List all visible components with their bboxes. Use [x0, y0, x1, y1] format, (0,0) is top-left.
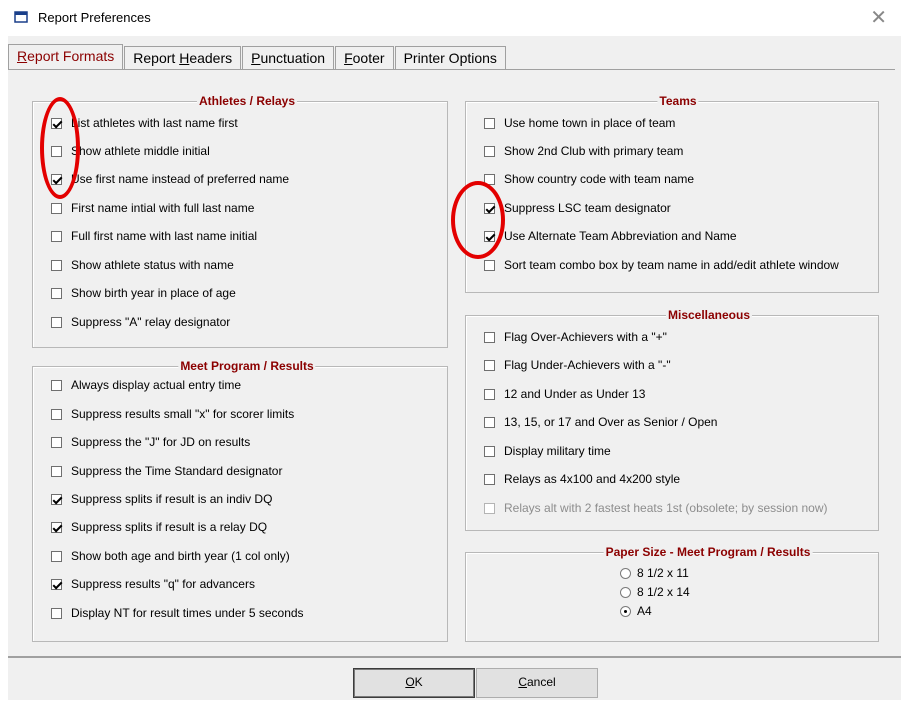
- checkbox: [484, 502, 495, 514]
- checkbox[interactable]: [51, 259, 62, 271]
- teams-group: Teams Use home town in place of team Sho…: [465, 94, 879, 293]
- checkbox[interactable]: [51, 578, 62, 590]
- cancel-button[interactable]: Cancel: [476, 668, 598, 698]
- checkbox[interactable]: [484, 359, 495, 371]
- meet-option[interactable]: Show both age and birth year (1 col only…: [51, 547, 290, 565]
- miscellaneous-legend: Miscellaneous: [665, 308, 753, 322]
- misc-option[interactable]: 12 and Under as Under 13: [484, 385, 645, 403]
- athletes-option[interactable]: First name intial with full last name: [51, 199, 254, 217]
- teams-option[interactable]: Use Alternate Team Abbreviation and Name: [484, 227, 737, 245]
- teams-option[interactable]: Use home town in place of team: [484, 114, 675, 132]
- athletes-relays-group: Athletes / Relays List athletes with las…: [32, 94, 448, 348]
- misc-option[interactable]: Relays as 4x100 and 4x200 style: [484, 470, 680, 488]
- athletes-option[interactable]: Show birth year in place of age: [51, 284, 236, 302]
- meet-option[interactable]: Suppress results small "x" for scorer li…: [51, 405, 294, 423]
- radio-button[interactable]: [620, 605, 631, 617]
- athletes-relays-legend: Athletes / Relays: [196, 94, 298, 108]
- checkbox[interactable]: [484, 416, 495, 428]
- checkbox[interactable]: [51, 316, 62, 328]
- window-title: Report Preferences: [38, 10, 151, 25]
- checkbox[interactable]: [51, 550, 62, 562]
- checkbox[interactable]: [51, 607, 62, 619]
- paper-size-legend: Paper Size - Meet Program / Results: [603, 545, 813, 559]
- checkbox[interactable]: [51, 287, 62, 299]
- athletes-option[interactable]: Show athlete middle initial: [51, 142, 210, 160]
- paper-size-group: Paper Size - Meet Program / Results 8 1/…: [465, 545, 879, 642]
- radio-button[interactable]: [620, 586, 631, 598]
- athletes-option[interactable]: Suppress "A" relay designator: [51, 313, 230, 331]
- paper-option[interactable]: 8 1/2 x 11: [620, 564, 689, 582]
- checkbox[interactable]: [484, 388, 495, 400]
- athletes-option[interactable]: Show athlete status with name: [51, 256, 234, 274]
- tab-punctuation[interactable]: Punctuation: [242, 46, 335, 69]
- misc-option[interactable]: Flag Under-Achievers with a "-": [484, 356, 671, 374]
- tab-report-formats[interactable]: Report Formats: [8, 44, 124, 70]
- athletes-option[interactable]: Use first name instead of preferred name: [51, 170, 289, 188]
- misc-option[interactable]: Flag Over-Achievers with a "+": [484, 328, 667, 346]
- meet-option[interactable]: Suppress splits if result is a relay DQ: [51, 518, 267, 536]
- checkbox[interactable]: [51, 465, 62, 477]
- meet-program-legend: Meet Program / Results: [178, 359, 316, 373]
- tab-strip: Report Formats Report Headers Punctuatio…: [8, 44, 507, 70]
- tab-footer[interactable]: Footer: [335, 46, 394, 69]
- meet-option[interactable]: Suppress splits if result is an indiv DQ: [51, 490, 272, 508]
- checkbox[interactable]: [51, 408, 62, 420]
- misc-option[interactable]: Display military time: [484, 442, 611, 460]
- tab-report-headers[interactable]: Report Headers: [124, 46, 242, 69]
- misc-option-disabled: Relays alt with 2 fastest heats 1st (obs…: [484, 499, 828, 517]
- checkbox[interactable]: [51, 493, 62, 505]
- teams-option[interactable]: Suppress LSC team designator: [484, 199, 671, 217]
- checkbox[interactable]: [484, 117, 495, 129]
- meet-option[interactable]: Display NT for result times under 5 seco…: [51, 604, 304, 622]
- meet-option[interactable]: Suppress the Time Standard designator: [51, 462, 282, 480]
- checkbox[interactable]: [51, 230, 62, 242]
- checkbox[interactable]: [51, 521, 62, 533]
- meet-option[interactable]: Always display actual entry time: [51, 376, 241, 394]
- teams-option[interactable]: Show country code with team name: [484, 170, 694, 188]
- window-left-edge: [0, 36, 8, 700]
- teams-option[interactable]: Show 2nd Club with primary team: [484, 142, 683, 160]
- teams-legend: Teams: [657, 94, 699, 108]
- checkbox[interactable]: [484, 173, 495, 185]
- close-icon[interactable]: ✕: [870, 5, 887, 30]
- checkbox[interactable]: [51, 145, 62, 157]
- paper-option[interactable]: 8 1/2 x 14: [620, 583, 690, 601]
- checkbox[interactable]: [484, 445, 495, 457]
- paper-option[interactable]: A4: [620, 602, 652, 620]
- athletes-option[interactable]: List athletes with last name first: [51, 114, 238, 132]
- checkbox[interactable]: [51, 173, 62, 185]
- athletes-option[interactable]: Full first name with last name initial: [51, 227, 257, 245]
- checkbox[interactable]: [484, 259, 495, 271]
- checkbox[interactable]: [484, 473, 495, 485]
- checkbox[interactable]: [51, 202, 62, 214]
- checkbox[interactable]: [51, 436, 62, 448]
- checkbox[interactable]: [51, 379, 62, 391]
- title-bar: Report Preferences ✕: [0, 0, 901, 36]
- report-formats-panel: Athletes / Relays List athletes with las…: [8, 69, 895, 660]
- meet-option[interactable]: Suppress the "J" for JD on results: [51, 433, 250, 451]
- teams-option[interactable]: Sort team combo box by team name in add/…: [484, 256, 839, 274]
- radio-button[interactable]: [620, 567, 631, 579]
- tab-printer-options[interactable]: Printer Options: [394, 46, 506, 69]
- dialog-body: Report Formats Report Headers Punctuatio…: [8, 36, 901, 700]
- checkbox[interactable]: [51, 117, 62, 129]
- misc-option[interactable]: 13, 15, or 17 and Over as Senior / Open: [484, 413, 717, 431]
- miscellaneous-group: Miscellaneous Flag Over-Achievers with a…: [465, 308, 879, 531]
- checkbox[interactable]: [484, 331, 495, 343]
- button-bar: OK Cancel: [8, 656, 901, 702]
- meet-program-group: Meet Program / Results Always display ac…: [32, 359, 448, 642]
- checkbox[interactable]: [484, 145, 495, 157]
- app-icon: [14, 11, 28, 23]
- checkbox[interactable]: [484, 230, 495, 242]
- checkbox[interactable]: [484, 202, 495, 214]
- ok-button[interactable]: OK: [353, 668, 475, 698]
- meet-option[interactable]: Suppress results "q" for advancers: [51, 575, 255, 593]
